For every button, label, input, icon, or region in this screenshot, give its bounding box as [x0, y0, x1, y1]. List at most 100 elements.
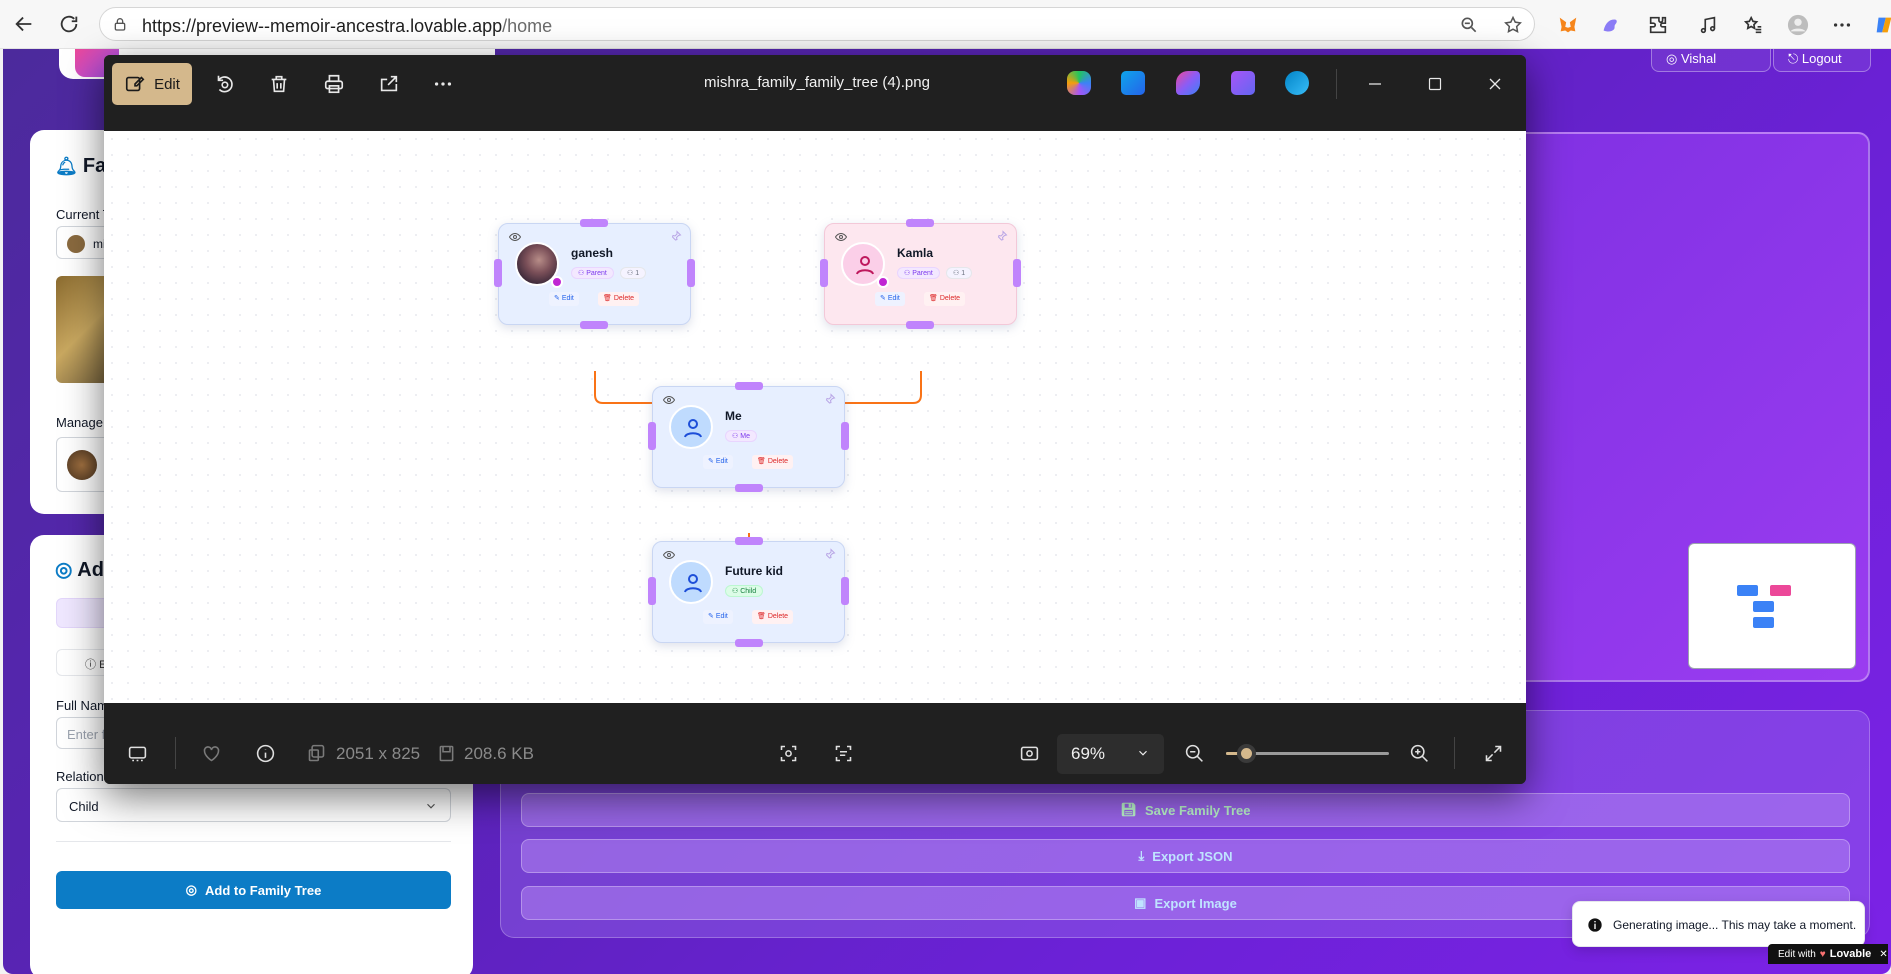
back-button[interactable]: [10, 10, 38, 38]
zoom-out-icon[interactable]: [1459, 15, 1479, 35]
node-delete-button[interactable]: 🗑︎ Delete: [598, 292, 640, 306]
zoom-out-button[interactable]: [1182, 741, 1206, 765]
node-edit-button[interactable]: ✎ Edit: [703, 610, 733, 624]
pin-icon: [825, 393, 836, 404]
edit-image-button[interactable]: Edit: [112, 63, 192, 105]
edit-with-lovable-badge[interactable]: Edit with ♥ Lovable ✕: [1768, 944, 1888, 964]
minimap-node: [1737, 585, 1758, 596]
copilot-app-icon[interactable]: [1067, 71, 1091, 95]
media-control-icon[interactable]: [1696, 13, 1720, 37]
clipchamp-app-icon[interactable]: [1231, 71, 1255, 95]
metamask-extension-icon[interactable]: [1556, 13, 1580, 37]
onedrive-app-icon[interactable]: [1285, 71, 1309, 95]
connection-handle[interactable]: [580, 219, 608, 227]
actual-size-button[interactable]: [1017, 741, 1041, 765]
favorite-button[interactable]: [199, 741, 223, 765]
minimize-button[interactable]: [1361, 71, 1389, 97]
info-icon: [256, 744, 274, 762]
copilot-icon[interactable]: [1872, 13, 1891, 37]
connection-handle[interactable]: [841, 577, 849, 605]
zoom-in-icon: [1410, 744, 1428, 762]
node-edit-button[interactable]: ✎ Edit: [549, 292, 579, 306]
user-circle-icon: ◎: [55, 559, 78, 581]
export-json-button[interactable]: ⤓ Export JSON: [521, 839, 1850, 873]
connection-handle[interactable]: [735, 537, 763, 545]
file-info-button[interactable]: [253, 741, 277, 765]
connection-handle[interactable]: [735, 639, 763, 647]
refresh-icon: [60, 15, 78, 33]
delete-button[interactable]: [266, 71, 292, 97]
connection-handle[interactable]: [906, 219, 934, 227]
address-bar[interactable]: https://preview--memoir-ancestra.lovable…: [99, 7, 1535, 41]
text-extract-button[interactable]: [831, 741, 855, 765]
node-name: Future kid: [725, 564, 784, 578]
user-menu-button[interactable]: ◎ Vishal: [1651, 49, 1771, 72]
node-delete-button[interactable]: 🗑︎ Delete: [752, 455, 794, 469]
zoom-level-select[interactable]: 69%: [1057, 734, 1164, 774]
node-name: Kamla: [897, 246, 934, 260]
ghost-extension-icon[interactable]: [1598, 13, 1622, 37]
favorite-star-icon[interactable]: [1503, 15, 1523, 35]
site-info-icon[interactable]: [112, 16, 128, 32]
connection-handle[interactable]: [648, 577, 656, 605]
connection-handle[interactable]: [1013, 259, 1021, 287]
photo-editor-app-icon[interactable]: [1121, 71, 1145, 95]
extensions-puzzle-icon[interactable]: [1646, 13, 1670, 37]
favorites-list-icon[interactable]: [1741, 13, 1765, 37]
profile-avatar-icon[interactable]: [1786, 13, 1810, 37]
print-icon: [324, 74, 344, 94]
chevron-down-icon: [427, 803, 435, 809]
relationship-tag: ⚇ Child: [725, 585, 764, 597]
connection-handle[interactable]: [687, 259, 695, 287]
connection-handle[interactable]: [735, 382, 763, 390]
node-delete-button[interactable]: 🗑︎ Delete: [924, 292, 966, 306]
connection-handle[interactable]: [580, 321, 608, 329]
zoom-slider-thumb[interactable]: [1237, 744, 1256, 763]
image-canvas[interactable]: × × × ganesh ⚇ Parent ⚇ 1 ✎ Edit 🗑︎ Dele…: [104, 131, 1526, 703]
filmstrip-icon: [128, 746, 146, 761]
tree-node-future-kid[interactable]: Future kid ⚇ Child ✎ Edit 🗑︎ Delete: [652, 541, 845, 643]
node-delete-button[interactable]: 🗑︎ Delete: [752, 610, 794, 624]
rotate-icon: [217, 75, 233, 93]
connection-handle[interactable]: [648, 422, 656, 450]
connection-handle[interactable]: [820, 259, 828, 287]
rotate-button[interactable]: [211, 71, 237, 97]
connection-handle[interactable]: [841, 422, 849, 450]
share-button[interactable]: [376, 71, 402, 97]
close-icon[interactable]: ✕: [1879, 949, 1887, 960]
zoom-slider[interactable]: [1226, 744, 1389, 763]
maximize-button[interactable]: [1421, 71, 1449, 97]
logout-button[interactable]: ⎋ Logout: [1773, 49, 1871, 72]
toast-notification: Generating image... This may take a mome…: [1572, 901, 1865, 947]
fullscreen-button[interactable]: [1481, 741, 1505, 765]
separator: [1454, 737, 1455, 769]
chevron-down-icon: [1139, 750, 1147, 756]
more-button[interactable]: [430, 71, 456, 97]
tree-node-kamla[interactable]: Kamla ⚇ Parent ⚇ 1 ✎ Edit 🗑︎ Delete: [824, 223, 1017, 325]
refresh-button[interactable]: [55, 10, 83, 38]
save-icon: 💾︎: [1120, 802, 1137, 817]
node-edit-button[interactable]: ✎ Edit: [875, 292, 905, 306]
connection-handle[interactable]: [494, 259, 502, 287]
filmstrip-button[interactable]: [125, 741, 149, 765]
tree-node-me[interactable]: Me ⚇ Me ✎ Edit 🗑︎ Delete: [652, 386, 845, 488]
pin-icon: [671, 230, 682, 241]
connection-handle[interactable]: [735, 484, 763, 492]
tree-avatar: [67, 235, 85, 253]
connection-handle[interactable]: [906, 321, 934, 329]
zoom-in-button[interactable]: [1407, 741, 1431, 765]
minimap[interactable]: [1688, 543, 1856, 669]
print-button[interactable]: [321, 71, 347, 97]
node-edit-button[interactable]: ✎ Edit: [703, 455, 733, 469]
tree-node-ganesh[interactable]: ganesh ⚇ Parent ⚇ 1 ✎ Edit 🗑︎ Delete: [498, 223, 691, 325]
save-family-tree-button[interactable]: 💾︎ Save Family Tree: [521, 793, 1850, 827]
relationship-select[interactable]: Child: [56, 788, 451, 822]
designer-app-icon[interactable]: [1176, 71, 1200, 95]
relationship-tag: ⚇ Me: [725, 430, 757, 442]
add-to-family-tree-button[interactable]: ◎ Add to Family Tree: [56, 871, 451, 909]
user-plus-icon: ◎: [185, 882, 198, 897]
node-name: ganesh: [571, 246, 614, 260]
more-options-icon[interactable]: [1830, 13, 1854, 37]
visual-search-button[interactable]: [776, 741, 800, 765]
close-window-button[interactable]: [1481, 71, 1509, 97]
